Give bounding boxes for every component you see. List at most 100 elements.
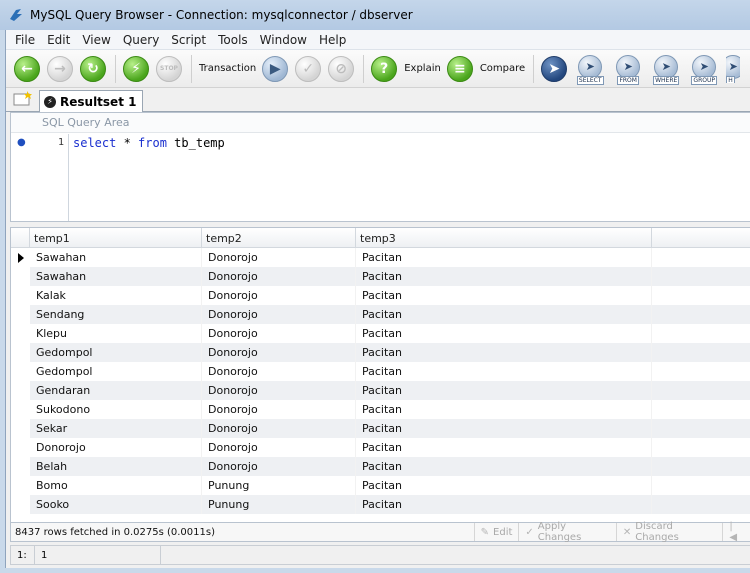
table-cell-temp3[interactable]: Pacitan <box>356 362 652 381</box>
menu-script[interactable]: Script <box>165 33 212 47</box>
explain-button[interactable]: ? <box>371 55 398 82</box>
pointer-button[interactable]: ➤ <box>541 55 568 82</box>
table-cell-temp3[interactable]: Pacitan <box>356 495 652 514</box>
table-cell-temp2[interactable]: Donorojo <box>202 438 356 457</box>
table-cell-temp1[interactable]: Sawahan <box>30 248 202 267</box>
edit-button[interactable]: ✎ Edit <box>473 523 519 541</box>
table-row[interactable]: Gendaran Donorojo Pacitan <box>11 381 750 400</box>
table-cell-temp1[interactable]: Donorojo <box>30 438 202 457</box>
table-row[interactable]: Gedompol Donorojo Pacitan <box>11 343 750 362</box>
menu-help[interactable]: Help <box>313 33 352 47</box>
table-cell-temp1[interactable]: Gendaran <box>30 381 202 400</box>
row-indicator[interactable] <box>11 305 30 324</box>
table-cell-temp3[interactable]: Pacitan <box>356 324 652 343</box>
row-indicator[interactable] <box>11 400 30 419</box>
table-cell-temp1[interactable]: Sekar <box>30 419 202 438</box>
table-cell-temp1[interactable]: Sendang <box>30 305 202 324</box>
select-keyword-button[interactable]: ➤ SELECT <box>574 54 606 85</box>
table-cell-temp2[interactable]: Donorojo <box>202 286 356 305</box>
row-indicator[interactable] <box>11 457 30 476</box>
table-row[interactable]: Bomo Punung Pacitan <box>11 476 750 495</box>
table-cell-temp2[interactable]: Donorojo <box>202 248 356 267</box>
table-cell-temp2[interactable]: Donorojo <box>202 419 356 438</box>
row-indicator[interactable] <box>11 324 30 343</box>
table-cell-temp1[interactable]: Gedompol <box>30 343 202 362</box>
table-cell-temp2[interactable]: Donorojo <box>202 267 356 286</box>
from-keyword-button[interactable]: ➤ FROM <box>612 54 644 85</box>
start-transaction-button[interactable]: ▶ <box>262 55 289 82</box>
table-cell-temp3[interactable]: Pacitan <box>356 400 652 419</box>
table-cell-temp1[interactable]: Kalak <box>30 286 202 305</box>
table-row[interactable]: Sekar Donorojo Pacitan <box>11 419 750 438</box>
table-cell-temp3[interactable]: Pacitan <box>356 438 652 457</box>
column-header-temp1[interactable]: temp1 <box>30 228 202 248</box>
row-indicator[interactable] <box>11 495 30 514</box>
table-row[interactable]: Kalak Donorojo Pacitan <box>11 286 750 305</box>
compare-button[interactable]: ≡ <box>446 55 473 82</box>
menu-tools[interactable]: Tools <box>212 33 254 47</box>
table-cell-temp1[interactable]: Bomo <box>30 476 202 495</box>
table-row[interactable]: Gedompol Donorojo Pacitan <box>11 362 750 381</box>
row-indicator[interactable] <box>11 362 30 381</box>
menu-window[interactable]: Window <box>254 33 313 47</box>
first-record-button[interactable]: |◀ <box>722 521 750 543</box>
execute-button[interactable]: ⚡ <box>123 55 149 82</box>
table-row[interactable]: Sendang Donorojo Pacitan <box>11 305 750 324</box>
table-cell-temp2[interactable]: Donorojo <box>202 343 356 362</box>
table-cell-temp3[interactable]: Pacitan <box>356 381 652 400</box>
row-indicator[interactable] <box>11 419 30 438</box>
table-row[interactable]: Sawahan Donorojo Pacitan <box>11 267 750 286</box>
column-header-temp2[interactable]: temp2 <box>202 228 356 248</box>
table-cell-temp2[interactable]: Donorojo <box>202 457 356 476</box>
row-indicator[interactable] <box>11 381 30 400</box>
table-cell-temp2[interactable]: Donorojo <box>202 381 356 400</box>
where-keyword-button[interactable]: ➤ WHERE <box>650 54 682 85</box>
menu-query[interactable]: Query <box>117 33 165 47</box>
row-indicator[interactable] <box>11 248 30 267</box>
group-keyword-button[interactable]: ➤ GROUP <box>688 54 720 85</box>
row-indicator[interactable] <box>11 476 30 495</box>
menu-file[interactable]: File <box>9 33 41 47</box>
row-indicator[interactable] <box>11 343 30 362</box>
table-cell-temp3[interactable]: Pacitan <box>356 457 652 476</box>
commit-button[interactable]: ✓ <box>295 55 322 82</box>
menu-edit[interactable]: Edit <box>41 33 76 47</box>
table-cell-temp2[interactable]: Donorojo <box>202 400 356 419</box>
table-cell-temp3[interactable]: Pacitan <box>356 305 652 324</box>
sql-text[interactable]: select * from tb_temp <box>73 136 225 150</box>
table-cell-temp2[interactable]: Donorojo <box>202 305 356 324</box>
menu-view[interactable]: View <box>76 33 116 47</box>
back-button[interactable]: ← <box>14 55 40 82</box>
table-cell-temp2[interactable]: Donorojo <box>202 324 356 343</box>
tab-resultset-1[interactable]: ⚡ Resultset 1 <box>39 90 143 112</box>
having-keyword-button[interactable]: ➤ H <box>726 54 741 83</box>
table-cell-temp2[interactable]: Donorojo <box>202 362 356 381</box>
rollback-button[interactable]: ⊘ <box>328 55 355 82</box>
table-row[interactable]: Klepu Donorojo Pacitan <box>11 324 750 343</box>
table-cell-temp1[interactable]: Sawahan <box>30 267 202 286</box>
table-cell-temp3[interactable]: Pacitan <box>356 343 652 362</box>
new-tab-icon[interactable] <box>13 90 33 106</box>
table-cell-temp3[interactable]: Pacitan <box>356 419 652 438</box>
table-cell-temp3[interactable]: Pacitan <box>356 286 652 305</box>
row-indicator[interactable] <box>11 267 30 286</box>
table-row[interactable]: Belah Donorojo Pacitan <box>11 457 750 476</box>
table-cell-temp3[interactable]: Pacitan <box>356 267 652 286</box>
table-cell-temp3[interactable]: Pacitan <box>356 248 652 267</box>
stop-button[interactable]: STOP <box>156 55 182 82</box>
row-indicator[interactable] <box>11 286 30 305</box>
table-row[interactable]: Sukodono Donorojo Pacitan <box>11 400 750 419</box>
discard-changes-button[interactable]: ✕ Discard Changes <box>615 521 723 543</box>
row-indicator[interactable] <box>11 438 30 457</box>
table-cell-temp1[interactable]: Belah <box>30 457 202 476</box>
sql-query-area[interactable]: SQL Query Area ● 1 select * from tb_temp <box>10 112 750 222</box>
table-row[interactable]: Sawahan Donorojo Pacitan <box>11 248 750 267</box>
sql-editor[interactable]: ● 1 select * from tb_temp <box>11 134 750 221</box>
results-grid[interactable]: temp1 temp2 temp3 Sawahan Donorojo Pacitan… <box>10 227 750 523</box>
refresh-button[interactable]: ↻ <box>80 55 106 82</box>
apply-changes-button[interactable]: ✓ Apply Changes <box>518 521 615 543</box>
table-cell-temp1[interactable]: Klepu <box>30 324 202 343</box>
table-cell-temp2[interactable]: Punung <box>202 476 356 495</box>
table-cell-temp1[interactable]: Sukodono <box>30 400 202 419</box>
table-row[interactable]: Donorojo Donorojo Pacitan <box>11 438 750 457</box>
